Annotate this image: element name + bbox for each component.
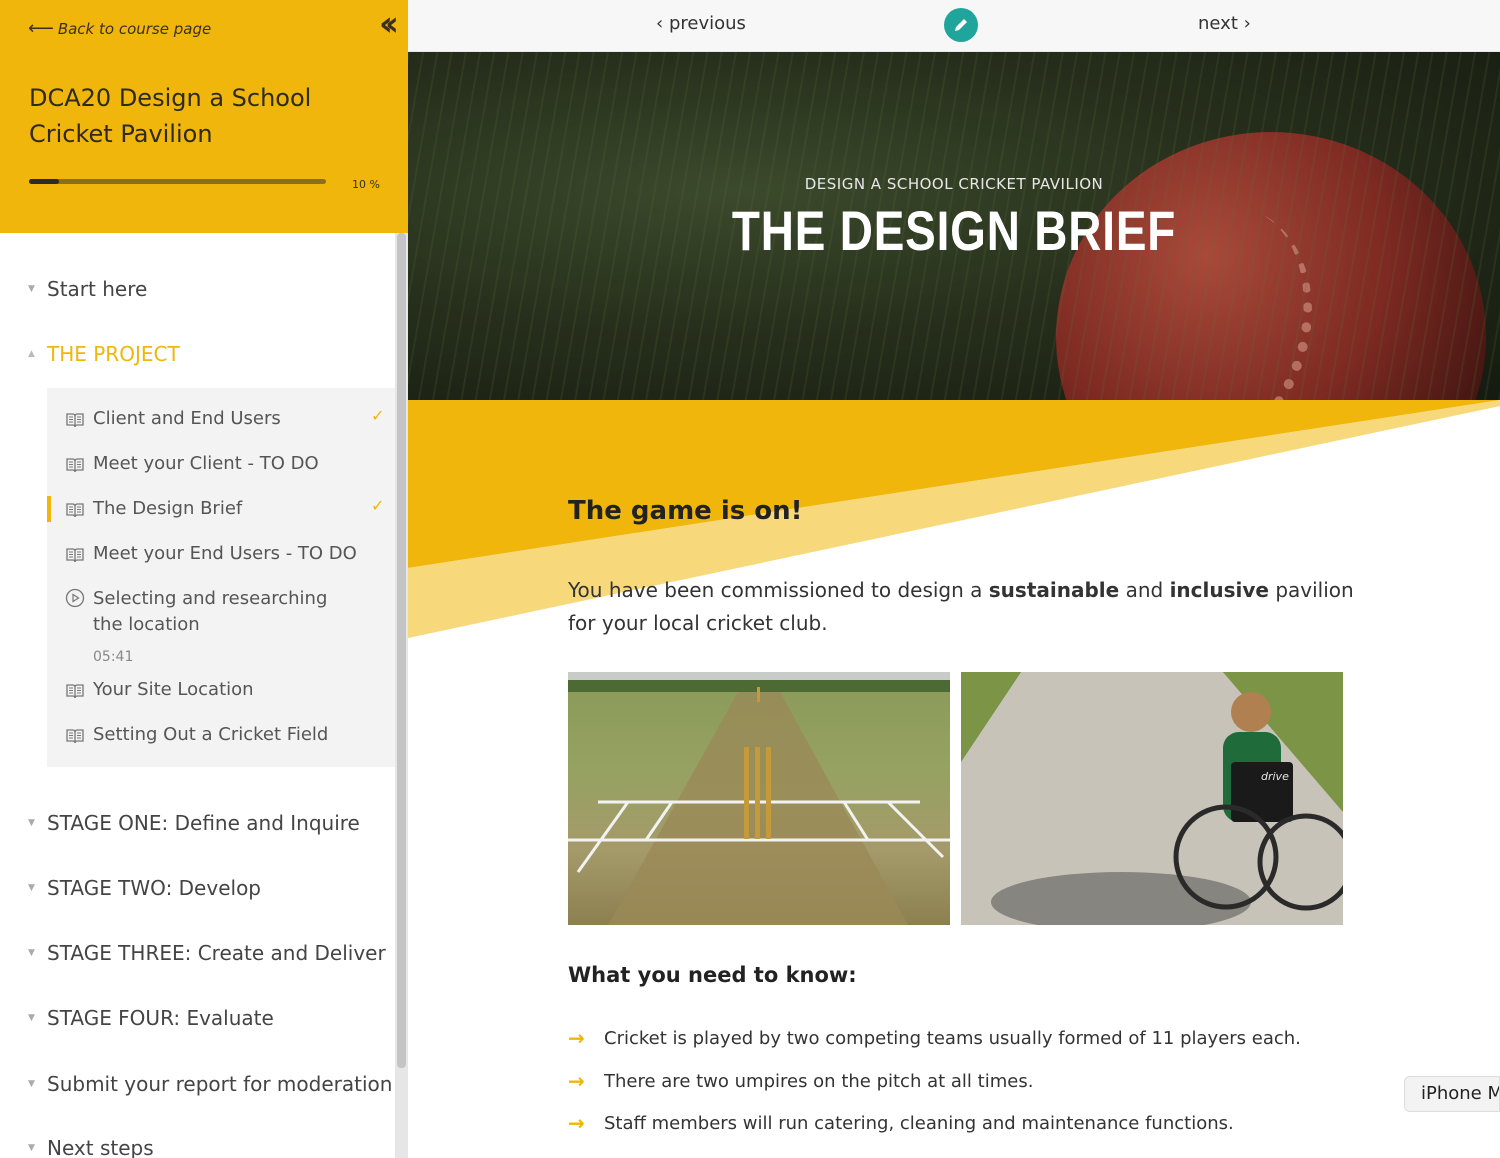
section-the-project[interactable]: ▲ THE PROJECT bbox=[28, 342, 180, 366]
chevron-left-icon: ‹ bbox=[656, 13, 664, 34]
wheelchair-user-photo: drive bbox=[961, 672, 1343, 925]
section-label: STAGE FOUR: Evaluate bbox=[47, 1006, 274, 1030]
intro-bold-inclusive: inclusive bbox=[1169, 578, 1269, 602]
section-stage-four[interactable]: ▼ STAGE FOUR: Evaluate bbox=[28, 1006, 274, 1030]
lesson-meet-your-end-users[interactable]: Meet your End Users - TO DO bbox=[65, 543, 357, 565]
section-label: Submit your report for moderation bbox=[47, 1072, 393, 1096]
device-preview-tab[interactable]: iPhone M bbox=[1404, 1076, 1500, 1112]
course-progress-label: 10 % bbox=[352, 178, 380, 191]
caret-down-icon: ▼ bbox=[28, 1013, 35, 1023]
sidebar-header: ⟵ Back to course page ‹‹ DCA20 Design a … bbox=[0, 0, 408, 233]
lesson-setting-out-cricket-field[interactable]: Setting Out a Cricket Field bbox=[65, 724, 328, 746]
caret-down-icon: ▼ bbox=[28, 1143, 35, 1153]
arrow-right-icon: → bbox=[568, 1026, 585, 1050]
section-label: STAGE TWO: Develop bbox=[47, 876, 261, 900]
wheelchair-illustration: drive bbox=[961, 672, 1343, 925]
lesson-client-and-end-users[interactable]: Client and End Users bbox=[65, 408, 281, 430]
bullet-text: There are two umpires on the pitch at al… bbox=[604, 1070, 1034, 1092]
caret-down-icon: ▼ bbox=[28, 883, 35, 893]
section-label: THE PROJECT bbox=[47, 342, 180, 366]
next-lesson-button[interactable]: next › bbox=[1198, 13, 1251, 34]
subheading-what-you-need-to-know: What you need to know: bbox=[568, 963, 857, 987]
bullet-text: Cricket is played by two competing teams… bbox=[604, 1027, 1301, 1049]
arrow-left-icon: ⟵ bbox=[28, 18, 54, 39]
intro-text: You have been commissioned to design a bbox=[568, 578, 989, 602]
caret-down-icon: ▼ bbox=[28, 948, 35, 958]
section-label: Start here bbox=[47, 277, 148, 301]
list-item: → Cricket is played by two competing tea… bbox=[568, 1026, 1301, 1050]
hero-overline: DESIGN A SCHOOL CRICKET PAVILION bbox=[804, 175, 1104, 193]
cricket-pitch-illustration bbox=[568, 672, 950, 925]
list-item: → There are two umpires on the pitch at … bbox=[568, 1069, 1033, 1093]
previous-label: previous bbox=[668, 13, 746, 34]
scrollbar-thumb[interactable] bbox=[397, 233, 406, 1068]
lesson-duration: 05:41 bbox=[93, 649, 134, 665]
section-label: Next steps bbox=[47, 1136, 154, 1158]
course-progress-fill bbox=[29, 179, 59, 184]
current-lesson-indicator bbox=[47, 496, 51, 522]
lesson-the-design-brief[interactable]: The Design Brief bbox=[65, 498, 242, 520]
book-icon bbox=[66, 729, 84, 744]
lesson-meet-your-client[interactable]: Meet your Client - TO DO bbox=[65, 453, 319, 475]
chevron-right-icon: › bbox=[1243, 13, 1251, 34]
course-sidebar: ⟵ Back to course page ‹‹ DCA20 Design a … bbox=[0, 0, 408, 1158]
book-icon bbox=[66, 684, 84, 699]
lesson-label: Your Site Location bbox=[93, 679, 254, 700]
section-next-steps[interactable]: ▼ Next steps bbox=[28, 1136, 154, 1158]
wheelchair-brand-text: drive bbox=[1261, 770, 1289, 783]
section-start-here[interactable]: ▼ Start here bbox=[28, 277, 147, 301]
section-stage-two[interactable]: ▼ STAGE TWO: Develop bbox=[28, 876, 261, 900]
caret-down-icon: ▼ bbox=[28, 1079, 35, 1089]
sidebar-scrollbar[interactable] bbox=[395, 233, 408, 1158]
hero-title: THE DESIGN BRIEF bbox=[731, 199, 1177, 262]
section-label: STAGE ONE: Define and Inquire bbox=[47, 811, 360, 835]
intro-text: and bbox=[1119, 578, 1170, 602]
section-stage-three[interactable]: ▼ STAGE THREE: Create and Deliver bbox=[28, 941, 386, 965]
caret-down-icon: ▼ bbox=[28, 818, 35, 828]
lesson-your-site-location[interactable]: Your Site Location bbox=[65, 679, 254, 701]
arrow-right-icon: → bbox=[568, 1069, 585, 1093]
intro-bold-sustainable: sustainable bbox=[988, 578, 1120, 602]
book-icon bbox=[66, 548, 84, 563]
section-label: STAGE THREE: Create and Deliver bbox=[47, 941, 386, 965]
complete-check-icon: ✓ bbox=[371, 496, 385, 515]
back-to-course-link[interactable]: ⟵ Back to course page bbox=[28, 18, 211, 39]
caret-down-icon: ▼ bbox=[28, 284, 35, 294]
lesson-content: The game is on! You have been commission… bbox=[408, 400, 1500, 1158]
edit-button[interactable] bbox=[944, 8, 978, 42]
book-icon bbox=[66, 458, 84, 473]
bullet-text: Staff members will run catering, cleanin… bbox=[604, 1112, 1234, 1134]
complete-check-icon: ✓ bbox=[371, 406, 385, 425]
section-submit-report[interactable]: ▼ Submit your report for moderation bbox=[28, 1072, 392, 1096]
lesson-text: Selecting and researching the location 0… bbox=[93, 586, 353, 670]
book-icon bbox=[66, 503, 84, 518]
intro-paragraph: You have been commissioned to design a s… bbox=[568, 574, 1368, 640]
lesson-label: Setting Out a Cricket Field bbox=[93, 724, 329, 745]
section-stage-one[interactable]: ▼ STAGE ONE: Define and Inquire bbox=[28, 811, 360, 835]
lesson-label: Meet your Client - TO DO bbox=[93, 453, 319, 474]
lesson-label: Client and End Users bbox=[93, 408, 281, 429]
book-icon bbox=[66, 413, 84, 428]
course-title: DCA20 Design a School Cricket Pavilion bbox=[29, 84, 312, 148]
cricket-pitch-photo bbox=[568, 672, 950, 925]
lesson-navigation: ‹ previous next › bbox=[408, 0, 1500, 52]
previous-lesson-button[interactable]: ‹ previous bbox=[656, 13, 746, 34]
back-link-label: Back to course page bbox=[57, 19, 212, 38]
lesson-label: The Design Brief bbox=[93, 498, 243, 519]
play-circle-icon bbox=[65, 588, 85, 608]
lesson-label: Meet your End Users - TO DO bbox=[93, 543, 357, 564]
collapse-sidebar-button[interactable]: ‹‹ bbox=[370, 7, 400, 41]
pencil-icon bbox=[955, 19, 967, 31]
arrow-right-icon: → bbox=[568, 1111, 585, 1135]
list-item: → Staff members will run catering, clean… bbox=[568, 1111, 1234, 1135]
next-label: next bbox=[1198, 13, 1238, 34]
lesson-selecting-location[interactable]: Selecting and researching the location 0… bbox=[65, 586, 353, 670]
double-chevron-left-icon: ‹‹ bbox=[378, 4, 399, 44]
lesson-label: Selecting and researching the location bbox=[93, 588, 328, 635]
project-lessons-list: Client and End Users ✓ Meet your Client … bbox=[47, 388, 395, 767]
course-progress-bar bbox=[29, 179, 326, 184]
section-heading: The game is on! bbox=[568, 496, 803, 526]
hero-banner: DESIGN A SCHOOL CRICKET PAVILION THE DES… bbox=[408, 52, 1500, 400]
caret-up-icon: ▲ bbox=[28, 349, 35, 359]
